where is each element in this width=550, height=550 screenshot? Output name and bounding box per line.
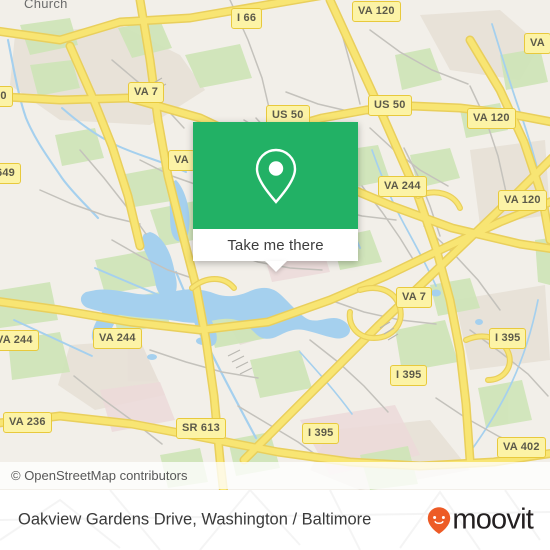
road-shield-va402: VA 402: [497, 437, 546, 458]
road-shield-i395: I 395: [489, 328, 527, 349]
location-popup-card[interactable]: Take me there: [193, 122, 358, 272]
road-shield-i395-c: I 395: [302, 423, 340, 444]
road-shield-sr613: SR 613: [176, 418, 226, 439]
road-shield-va7: VA 7: [128, 82, 165, 103]
take-me-there-label: Take me there: [227, 236, 324, 254]
road-shield-va244-clip-left: VA 244: [0, 330, 39, 351]
moovit-brand: moovit: [427, 503, 534, 536]
road-shield-va-behind-popup: VA: [168, 150, 195, 171]
osm-attribution-text: © OpenStreetMap contributors: [11, 468, 188, 483]
road-shield-i66: I 66: [231, 8, 263, 29]
map-attribution-bar: © OpenStreetMap contributors: [0, 462, 550, 489]
place-label: Church: [24, 0, 68, 11]
take-me-there-button[interactable]: Take me there: [193, 229, 358, 261]
road-shield-va-clip-right: VA: [524, 33, 550, 54]
road-shield-va244: VA 244: [378, 176, 427, 197]
road-shield-us50-b: US 50: [368, 95, 412, 116]
road-shield-us50-clip-left: 50: [0, 86, 13, 107]
moovit-wordmark: moovit: [452, 503, 533, 536]
popup-icon-area: [193, 122, 358, 229]
popup-pointer: [264, 261, 287, 272]
footer-bar: Oakview Gardens Drive, Washington / Balt…: [0, 490, 550, 550]
map-pin-icon: [255, 148, 296, 204]
road-shield-va120-c: VA 120: [498, 190, 547, 211]
road-shield-i395-b: I 395: [390, 365, 428, 386]
road-shield-sr649-clip-left: 649: [0, 163, 21, 184]
road-shield-va120-b: VA 120: [467, 108, 516, 129]
map-canvas[interactable]: Church I 66 VA 120 VA VA 7 US 50 US 50 V…: [0, 0, 550, 490]
moovit-pin-logo: [428, 506, 451, 534]
map-screenshot: Church I 66 VA 120 VA VA 7 US 50 US 50 V…: [0, 0, 550, 550]
road-shield-va7-b: VA 7: [396, 287, 433, 308]
location-title: Oakview Gardens Drive, Washington / Balt…: [18, 510, 372, 529]
road-shield-va244-b: VA 244: [93, 328, 142, 349]
road-shield-va236: VA 236: [3, 412, 52, 433]
road-shield-va120: VA 120: [352, 1, 401, 22]
